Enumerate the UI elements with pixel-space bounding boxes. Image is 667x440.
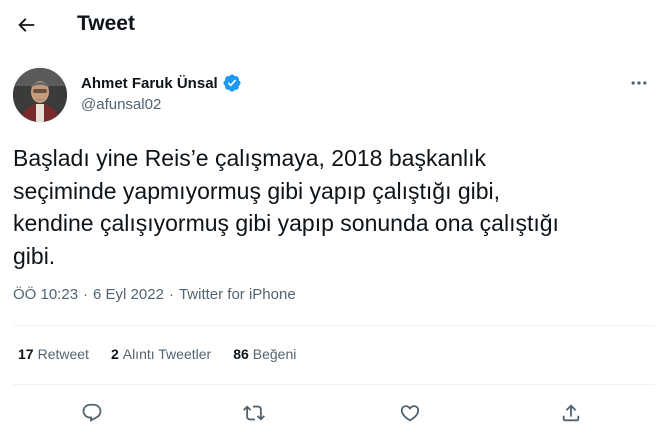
page-title: Tweet [77,12,135,35]
tweet-source[interactable]: Twitter for iPhone [179,286,296,303]
tweet-meta: ÖÖ 10:23 · 6 Eyl 2022 · Twitter for iPho… [13,286,296,303]
likes-stat[interactable]: 86 Beğeni [233,346,296,362]
quotes-count: 2 [110,346,119,362]
tweet-time[interactable]: ÖÖ 10:23 [13,286,78,303]
verified-badge-icon [223,74,241,92]
divider [13,384,654,385]
meta-separator: · [168,286,174,303]
share-icon [562,404,580,422]
like-button[interactable] [392,395,428,431]
reply-button[interactable] [74,395,110,431]
arrow-left-icon [18,18,35,32]
avatar-image [13,68,67,122]
author-handle[interactable]: @afunsal02 [81,96,161,113]
retweets-stat[interactable]: 17 Retweet [18,346,89,362]
divider [13,325,654,326]
tweet-actions [0,395,667,431]
tweet-text: Başladı yine Reis’e çalışmaya, 2018 başk… [13,145,559,269]
avatar[interactable] [13,68,67,122]
quotes-stat[interactable]: 2 Alıntı Tweetler [111,346,211,362]
tweet-stats: 17 Retweet 2 Alıntı Tweetler 86 Beğeni [18,346,318,362]
retweets-label: Retweet [37,346,89,362]
tweet-page: Tweet Ahmet Faruk Ünsal @afunsal02 Başla [0,0,667,440]
more-icon [631,81,647,85]
reply-icon [82,403,102,422]
header: Tweet [0,0,667,50]
like-icon [400,405,420,422]
quotes-label: Alıntı Tweetler [122,346,212,362]
share-button[interactable] [553,395,589,431]
meta-separator: · [83,286,89,303]
retweet-button[interactable] [236,395,272,431]
likes-label: Beğeni [252,346,297,362]
more-options-button[interactable] [624,68,654,98]
author-name[interactable]: Ahmet Faruk Ünsal [81,75,218,92]
retweet-icon [243,405,265,421]
retweets-count: 17 [18,346,34,362]
likes-count: 86 [233,346,249,362]
tweet-date[interactable]: 6 Eyl 2022 [93,286,164,303]
back-button[interactable] [8,7,44,43]
author-name-row: Ahmet Faruk Ünsal [81,73,242,93]
